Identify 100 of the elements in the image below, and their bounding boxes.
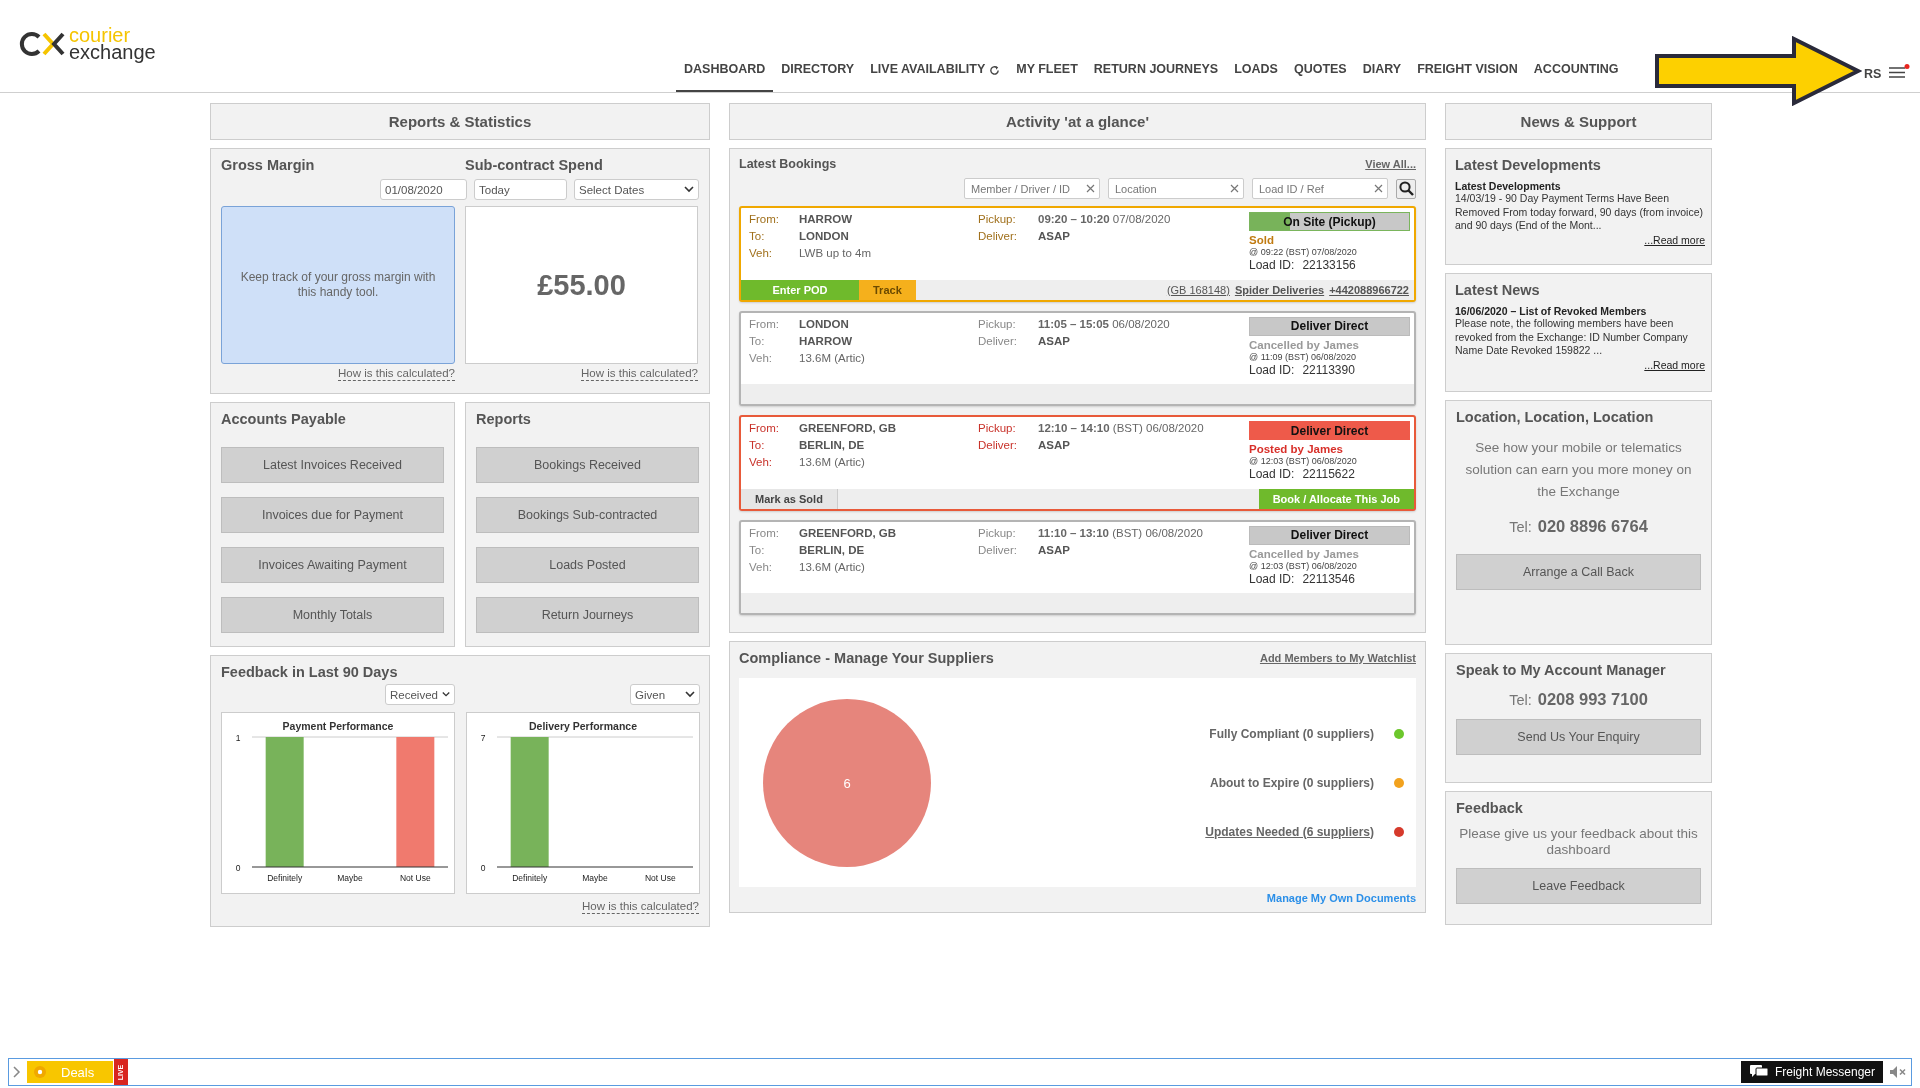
contact-link[interactable]: Spider Deliveries [1234,283,1325,296]
nav-tab[interactable]: RS [1864,67,1882,81]
help-link[interactable]: How is this calculated? [338,366,455,381]
axis-tick: 7 [480,733,486,743]
booking-card[interactable]: From: GREENFORD, GB To: BERLIN, DE Veh: 13.6M (Artic) Pickup: 11:10 – 13:10 (BST) 06/08/2020 Deliver: ASAP Deliver Direct Cancelled by James @ 12:03 (BST) 06/08/2020 Load ID: 22113546 [739,519,1416,615]
field-value: ASAP [1038,333,1071,349]
field-value: 12:10 – 14:10 (BST) 06/08/2020 [1038,421,1205,436]
chevron-icon[interactable] [13,1066,21,1078]
axis-label: Maybe [337,873,363,883]
read-more-link[interactable]: ...Read more [1644,358,1705,371]
field-label: Deliver: [978,438,1018,453]
watchlist-link[interactable]: Add Members to My Watchlist [1259,652,1416,664]
date-to-field[interactable]: Today [474,179,567,200]
panel-title: Latest Bookings [739,157,837,171]
field-label: From: [749,525,781,541]
panel-title: Speak to My Account Manager [1456,662,1667,678]
field-label: To: [749,229,766,244]
panel-title: Latest Developments [1455,157,1602,173]
booking-action-button[interactable]: Mark as Sold [741,488,838,509]
report-button[interactable]: Loads Posted [476,547,699,583]
booking-card[interactable] [739,206,1416,302]
data-label: 6 [843,775,851,791]
timestamp: @ 12:03 (BST) 06/08/2020 [1249,456,1358,466]
speaker-icon[interactable] [1889,1065,1907,1079]
field-value: BERLIN, DE [799,542,866,558]
feedback-filter-select[interactable]: Given [630,684,700,705]
legend-label[interactable]: Updates Needed (6 suppliers) [1205,824,1374,839]
clear-icon[interactable] [1374,184,1383,193]
field-value: BERLIN, DE [799,438,866,453]
contact-link[interactable]: +442088966722 [1329,283,1409,296]
help-link[interactable]: How is this calculated? [581,366,698,381]
nav-tab[interactable]: LIVE AVAILABILITY [862,61,1009,92]
help-link[interactable]: How is this calculated? [582,899,699,914]
timestamp: @ 09:22 (BST) 07/08/2020 [1249,247,1358,257]
report-button[interactable]: Invoices due for Payment [221,497,444,533]
axis-label: Definitely [512,873,548,883]
filter-field[interactable]: Location [1108,178,1244,199]
report-button[interactable]: Invoices Awaiting Payment [221,547,444,583]
booking-card[interactable]: From: LONDON To: HARROW Veh: 13.6M (Artic) Pickup: 11:05 – 15:05 06/08/2020 Deliver: ASAP Deliver Direct Cancelled by James @ 11:09 (BST) 06/08/2020 Load ID: 22113390 [739,310,1416,406]
news-text: 14/03/19 - 90 Day Payment Terms Have Been Removed From today forward, 90 days (from invoice) and 90 days (End of the Mont... [1455,192,1704,233]
chart-title: Delivery Performance [529,720,637,732]
nav-tab[interactable]: ACCOUNTING [1525,61,1627,92]
legend-label: Fully Compliant (0 suppliers) [1209,726,1374,741]
field-label: To: [749,542,766,558]
field-value: LONDON [799,316,850,332]
booking-state: Posted by James [1249,443,1344,455]
caret-icon [684,186,694,193]
search-button[interactable] [1396,178,1416,199]
nav-tab[interactable]: MY FLEET [1008,61,1086,92]
call-back-button[interactable]: Arrange a Call Back [1456,554,1701,590]
nav-tab[interactable]: DIARY [1354,61,1410,92]
axis-tick: 1 [235,733,241,743]
axis-tick: 0 [235,863,241,873]
feedback-filter-select[interactable]: Received [385,684,455,705]
read-more-link[interactable]: ...Read more [1644,233,1705,246]
nav-tab[interactable]: DASHBOARD [676,61,774,92]
panel-title: Accounts Payable [221,411,347,427]
feedback-button[interactable]: Leave Feedback [1456,868,1701,904]
nav-tab[interactable]: DIRECTORY [773,61,863,92]
nav-tab[interactable]: QUOTES [1285,61,1355,92]
load-id: 22113390 [1302,362,1355,377]
date-range-select[interactable]: Select Dates [574,179,699,200]
refresh-icon [989,65,1001,76]
report-button[interactable]: Bookings Received [476,447,699,483]
section-header: News & Support [1445,103,1712,140]
field-value: 09:20 – 10:20 07/08/2020 [1038,212,1172,227]
filter-field[interactable]: Member / Driver / ID [964,178,1100,199]
report-button[interactable]: Bookings Sub-contracted [476,497,699,533]
field-label: Veh: [749,559,774,575]
field-value: LONDON [799,229,850,244]
load-id-label: Load ID: [1249,571,1295,586]
panel-title: Feedback in Last 90 Days [221,664,399,680]
enquiry-button[interactable]: Send Us Your Enquiry [1456,719,1701,755]
nav-tab[interactable]: RETURN JOURNEYS [1085,61,1227,92]
field-label: From: [749,212,781,227]
messenger-button[interactable]: Freight Messenger [1740,1061,1883,1083]
chat-icon [1748,1064,1769,1080]
tel-label: Tel: [1509,519,1532,535]
gross-margin-message: Keep track of your gross margin with this handy tool. [239,270,437,300]
panel-title: Latest News [1455,282,1541,298]
clear-icon[interactable] [1230,184,1239,193]
view-all-link[interactable]: View All... [1365,158,1416,170]
section-header: Reports & Statistics [210,103,710,140]
booking-action-button[interactable]: Track [859,279,916,300]
field-value: HARROW [799,333,854,349]
nav-tab[interactable]: FREIGHT VISION [1409,61,1526,92]
report-button[interactable]: Return Journeys [476,597,699,633]
load-id: 22115622 [1302,467,1355,481]
field-value: ASAP [1038,542,1071,558]
filter-field[interactable]: Load ID / Ref [1252,178,1388,199]
booking-card[interactable] [739,415,1416,511]
contact-link[interactable]: (GB 168148) [1166,283,1230,296]
clear-icon[interactable] [1086,184,1095,193]
report-button[interactable]: Latest Invoices Received [221,447,444,483]
nav-tab[interactable]: LOADS [1226,61,1286,92]
axis-tick: 0 [480,863,486,873]
menu-icon[interactable] [1888,64,1910,80]
field-value: ASAP [1038,438,1071,453]
report-button[interactable]: Monthly Totals [221,597,444,633]
date-from-field[interactable]: 01/08/2020 [380,179,467,200]
